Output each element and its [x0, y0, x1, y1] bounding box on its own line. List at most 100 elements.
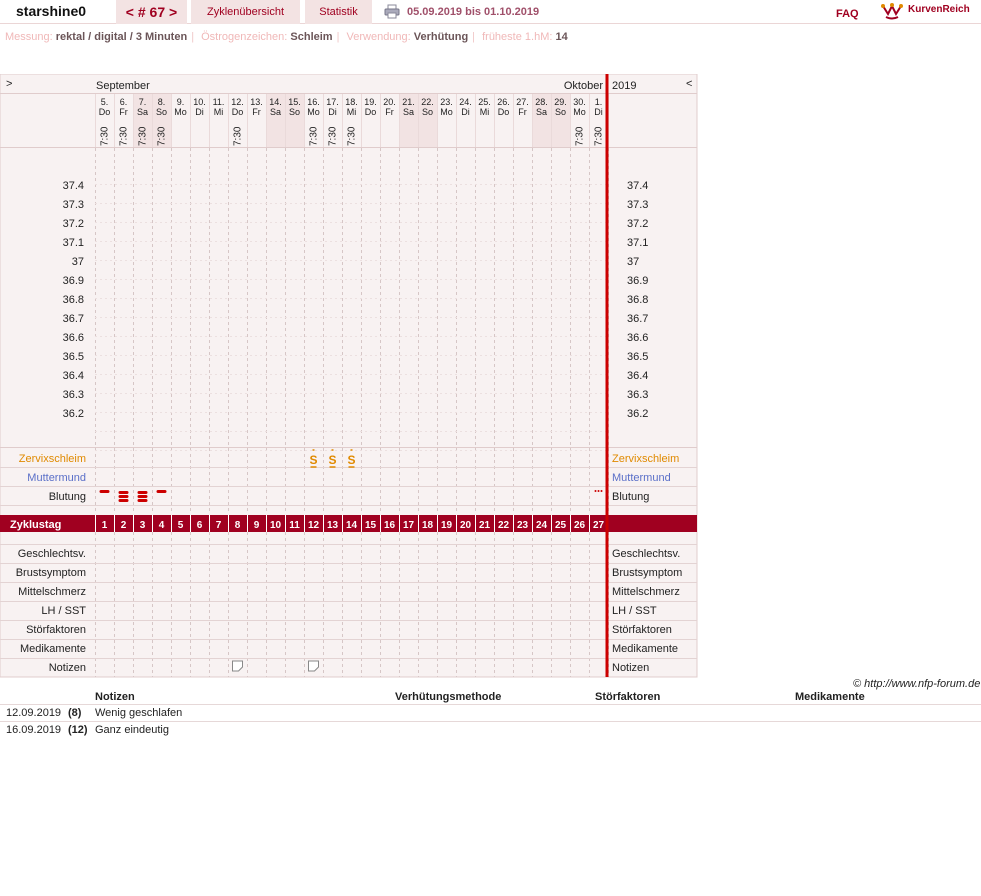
weekday-label: Do	[232, 107, 244, 117]
measurement-label: Messung:	[5, 31, 53, 43]
cervix-position-label: Muttermund	[27, 472, 86, 484]
bleeding-label: Blutung	[49, 491, 86, 503]
brand-name[interactable]: KurvenReich	[908, 4, 970, 15]
weekday-label: Mo	[307, 107, 320, 117]
temperature-label: 36.7	[627, 313, 648, 325]
temperature-label: 36.6	[627, 332, 648, 344]
tab-cycle-overview[interactable]: Zyklenübersicht	[191, 0, 300, 24]
measure-time: 7:30	[347, 126, 358, 146]
cycle-chart: > <September Oktober 20195.Do7:306.Fr7:307.…	[0, 74, 698, 678]
cycle-day-number: 12	[308, 520, 320, 531]
spotting-dot	[594, 490, 597, 492]
date-label: 9.	[177, 97, 185, 107]
date-label: 18.	[345, 97, 358, 107]
date-label: 1.	[595, 97, 603, 107]
cervix-mucus-label: Zervixschleim	[612, 453, 679, 465]
temperature-label: 36.8	[63, 294, 84, 306]
estrogen-value: Schleim	[290, 31, 333, 43]
row-label-meds: Medikamente	[20, 643, 86, 655]
weekday-label: Mo	[174, 107, 187, 117]
weekday-label: So	[156, 107, 167, 117]
temperature-label: 37.4	[63, 180, 84, 192]
measure-time: 7:30	[100, 126, 111, 146]
row-label-midpain: Mittelschmerz	[612, 586, 680, 598]
cycle-navigation[interactable]: < # 67 >	[116, 0, 187, 24]
cycle-day-number: 18	[422, 520, 434, 531]
weekday-label: So	[422, 107, 433, 117]
weekday-label: Fr	[385, 107, 394, 117]
temperature-label: 36.9	[63, 275, 84, 287]
measurement-info: Messung: rektal / digital / 3 Minuten | Ö…	[5, 31, 568, 43]
bleeding-mark	[99, 490, 110, 493]
note-cycle-day: (12)	[68, 724, 88, 736]
tab-statistics[interactable]: Statistik	[305, 0, 372, 24]
temperature-label: 37.2	[63, 218, 84, 230]
temperature-label: 37	[627, 256, 639, 268]
copyright: © http://www.nfp-forum.de	[853, 678, 981, 690]
cycle-day-number: 10	[270, 520, 282, 531]
note-date: 16.09.2019	[6, 724, 62, 736]
weekday-label: Sa	[403, 107, 414, 117]
temperature-label: 37	[72, 256, 84, 268]
cycle-day-number: 1	[102, 520, 108, 531]
cycle-day-number: 9	[254, 520, 260, 531]
chart-background	[0, 74, 698, 678]
temperature-label: 37.3	[627, 199, 648, 211]
date-label: 16.	[307, 97, 320, 107]
cycle-day-number: 5	[178, 520, 184, 531]
weekday-label: Di	[461, 107, 470, 117]
temperature-label: 36.3	[63, 389, 84, 401]
row-label-lh: LH / SST	[612, 605, 657, 617]
measure-time: 7:30	[119, 126, 130, 146]
meds-header: Medikamente	[795, 691, 865, 703]
mucus-symbol: S	[328, 453, 336, 467]
date-label: 12.	[231, 97, 244, 107]
weekday-label: Fr	[518, 107, 527, 117]
printer-icon[interactable]	[384, 4, 400, 19]
date-label: 30.	[573, 97, 586, 107]
mucus-symbol: S	[309, 453, 317, 467]
temperature-label: 36.5	[63, 351, 84, 363]
faq-link[interactable]: FAQ	[836, 8, 859, 20]
disturb-header: Störfaktoren	[595, 691, 661, 703]
estrogen-label: Östrogenzeichen:	[201, 31, 288, 43]
date-label: 6.	[120, 97, 128, 107]
bleeding-mark	[137, 499, 148, 502]
crown-logo-icon	[881, 3, 903, 20]
measure-time: 7:30	[575, 126, 586, 146]
usage-label: Verwendung:	[346, 31, 411, 43]
temperature-label: 36.4	[627, 370, 648, 382]
weekday-label: Mi	[214, 107, 224, 117]
cycle-day-number: 24	[536, 520, 548, 531]
date-range: 05.09.2019 bis 01.10.2019	[407, 6, 540, 18]
measure-time: 7:30	[594, 126, 605, 146]
temperature-label: 36.6	[63, 332, 84, 344]
top-bar: starshine0 < # 67 > Zyklenübersicht Stat…	[0, 0, 981, 24]
cycle-day-number: 20	[460, 520, 472, 531]
temperature-label: 36.2	[627, 408, 648, 420]
cervix-mucus-label: Zervixschleim	[19, 453, 86, 465]
temperature-label: 36.3	[627, 389, 648, 401]
weekday-label: So	[289, 107, 300, 117]
cervix-position-label: Muttermund	[612, 472, 671, 484]
weekday-label: Sa	[270, 107, 281, 117]
month-label: September	[96, 80, 150, 92]
method-header: Verhütungsmethode	[395, 691, 502, 703]
spotting-dot	[597, 490, 600, 492]
cycle-day-number: 22	[498, 520, 510, 531]
month-label: Oktober	[564, 80, 603, 92]
row-label-disturb: Störfaktoren	[26, 624, 86, 636]
date-label: 7.	[139, 97, 147, 107]
temperature-label: 37.1	[63, 237, 84, 249]
date-label: 20.	[383, 97, 396, 107]
earliest-hm-label: früheste 1.hM:	[482, 31, 553, 43]
row-label-notes: Notizen	[612, 662, 649, 674]
row-label-disturb: Störfaktoren	[612, 624, 672, 636]
nav-next-arrow: <	[686, 78, 692, 90]
mucus-symbol: S	[347, 453, 355, 467]
weekday-label: Mo	[573, 107, 586, 117]
date-label: 11.	[213, 97, 225, 107]
temperature-label: 36.2	[63, 408, 84, 420]
cycle-day-label: Zyklustag	[10, 519, 61, 531]
cycle-day-number: 21	[479, 520, 491, 531]
